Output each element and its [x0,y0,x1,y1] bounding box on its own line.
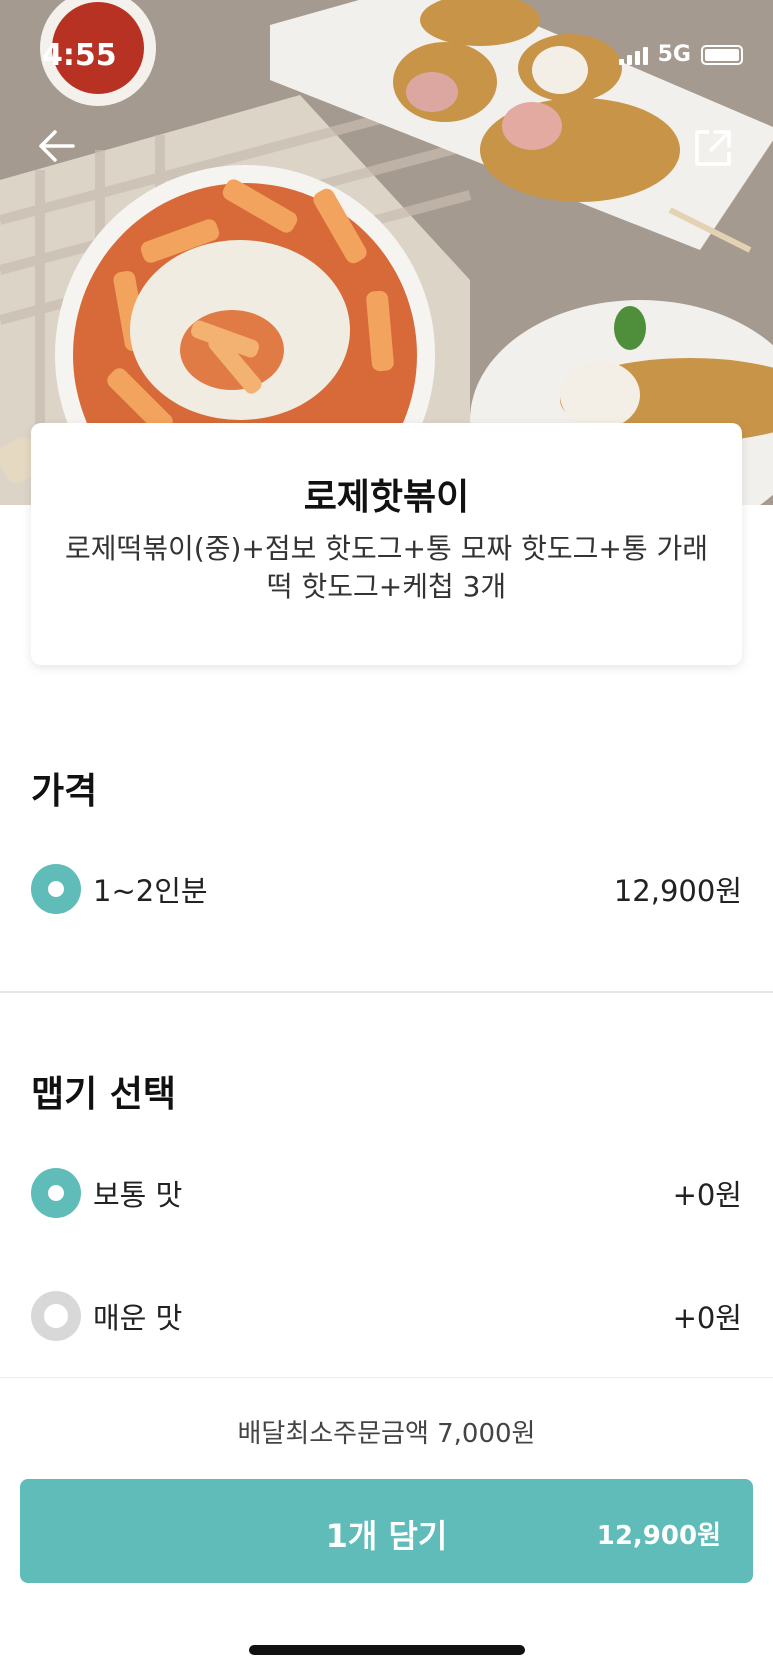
radio-selected-icon[interactable] [31,1168,81,1218]
share-button[interactable] [691,126,735,170]
status-time: 4:55 [42,38,117,73]
back-button[interactable] [34,124,78,168]
radio-unselected-icon[interactable] [31,1291,81,1341]
share-icon [695,130,731,166]
spicy-option-hot[interactable]: 매운 맛 +0원 [31,1290,742,1342]
network-type: 5G [657,42,691,67]
spicy-section-title: 맵기 선택 [31,1074,177,1115]
option-label: 1~2인분 [93,874,208,908]
price-option-1-2[interactable]: 1~2인분 12,900원 [31,863,742,915]
battery-icon [701,44,743,65]
arrow-left-icon [39,130,75,162]
min-order-amount: 배달최소주문금액 7,000원 [237,1419,536,1449]
spicy-option-normal[interactable]: 보통 맛 +0원 [31,1167,742,1219]
menu-name: 로제핫볶이 [303,477,470,518]
signal-icon [618,45,648,65]
radio-selected-icon[interactable] [31,864,81,914]
option-label: 보통 맛 [93,1178,183,1212]
status-indicators: 5G [618,42,743,67]
option-price: 12,900원 [613,874,742,908]
option-price: +0원 [672,1301,742,1335]
status-bar: 4:55 5G [0,0,773,110]
menu-description: 로제떡볶이(중)+점보 핫도그+통 모짜 핫도그+통 가래떡 핫도그+케첩 3개 [64,532,709,603]
price-section-title: 가격 [31,771,98,812]
section-divider [0,991,773,993]
add-to-cart-price[interactable]: 12,900원 [597,1515,721,1552]
home-indicator[interactable] [249,1645,525,1655]
option-price: +0원 [672,1178,742,1212]
option-label: 매운 맛 [93,1301,183,1335]
